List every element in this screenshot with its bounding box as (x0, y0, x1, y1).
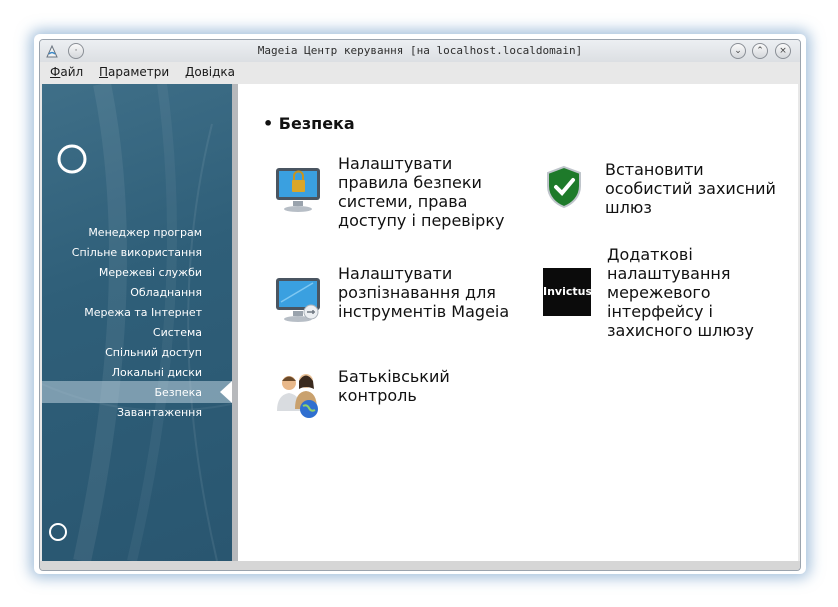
sidebar-active-arrow (220, 381, 232, 403)
sidebar-item-shared-access[interactable]: Спільний доступ (105, 346, 202, 359)
close-button[interactable]: × (775, 43, 791, 59)
sidebar-decoration (42, 84, 232, 561)
security-monitor-icon (276, 168, 320, 212)
sidebar-item-boot[interactable]: Завантаження (117, 406, 202, 419)
app-window: · Mageia Центр керування [на localhost.l… (39, 39, 801, 571)
shield-check-icon (547, 165, 581, 209)
sidebar-item-security[interactable]: Безпека (154, 386, 202, 399)
tool-parental-control[interactable]: Батьківський контроль (273, 367, 513, 431)
tool-personal-firewall-label: Встановити особистий захисний шлюз (605, 160, 776, 217)
tool-authentication[interactable]: Налаштувати розпізнавання для інструмент… (273, 264, 513, 338)
sidebar-item-local-disks[interactable]: Локальні диски (112, 366, 202, 379)
sidebar-item-network-internet[interactable]: Мережа та Інтернет (84, 306, 202, 319)
section-title: • Безпека (263, 114, 355, 133)
sidebar-active-highlight (42, 381, 232, 403)
menu-file[interactable]: Файл (50, 65, 83, 79)
sidebar-item-hardware[interactable]: Обладнання (130, 286, 202, 299)
mageia-circle-large-icon (57, 144, 87, 174)
menu-settings[interactable]: Параметри (99, 65, 169, 79)
tool-authentication-label: Налаштувати розпізнавання для інструмент… (338, 264, 510, 321)
category-sidebar: Менеджер програм Спільне використання Ме… (42, 84, 232, 561)
minimize-button[interactable]: ⌄ (730, 43, 746, 59)
menu-help[interactable]: Довідка (185, 65, 235, 79)
window-title: Mageia Центр керування [на localhost.loc… (257, 44, 583, 57)
tool-security-settings[interactable]: Налаштувати правила безпеки системи, пра… (273, 154, 513, 244)
maximize-button[interactable]: ⌃ (752, 43, 768, 59)
tool-advanced-network-firewall-label: Додаткові налаштування мережевого інтерф… (607, 245, 754, 340)
sidebar-item-sharing[interactable]: Спільне використання (72, 246, 202, 259)
window-bottom-border (40, 561, 800, 570)
tool-parental-control-label: Батьківський контроль (338, 367, 450, 405)
title-bar[interactable]: · Mageia Центр керування [на localhost.l… (40, 40, 800, 62)
sidebar-item-system[interactable]: Система (153, 326, 202, 339)
sidebar-item-software-manager[interactable]: Менеджер програм (88, 226, 202, 239)
sidebar-item-network-services[interactable]: Мережеві служби (99, 266, 202, 279)
invictus-logo: Invictus (543, 268, 593, 316)
invictus-logo-text: Invictus (543, 285, 593, 298)
tool-advanced-network-firewall[interactable]: Invictus Додаткові налаштування мережево… (543, 245, 788, 346)
content-pane: • Безпека Налаштувати правила безпеки си… (238, 84, 798, 561)
tool-personal-firewall[interactable]: Встановити особистий захисний шлюз (543, 160, 788, 234)
section-title-text: Безпека (278, 114, 355, 133)
mageia-circle-small-icon (49, 523, 67, 541)
auth-monitor-icon (276, 278, 320, 322)
tool-security-settings-label: Налаштувати правила безпеки системи, пра… (338, 154, 505, 230)
parental-control-icon (277, 374, 318, 418)
menu-bar: Файл Параметри Довідка (40, 62, 800, 84)
